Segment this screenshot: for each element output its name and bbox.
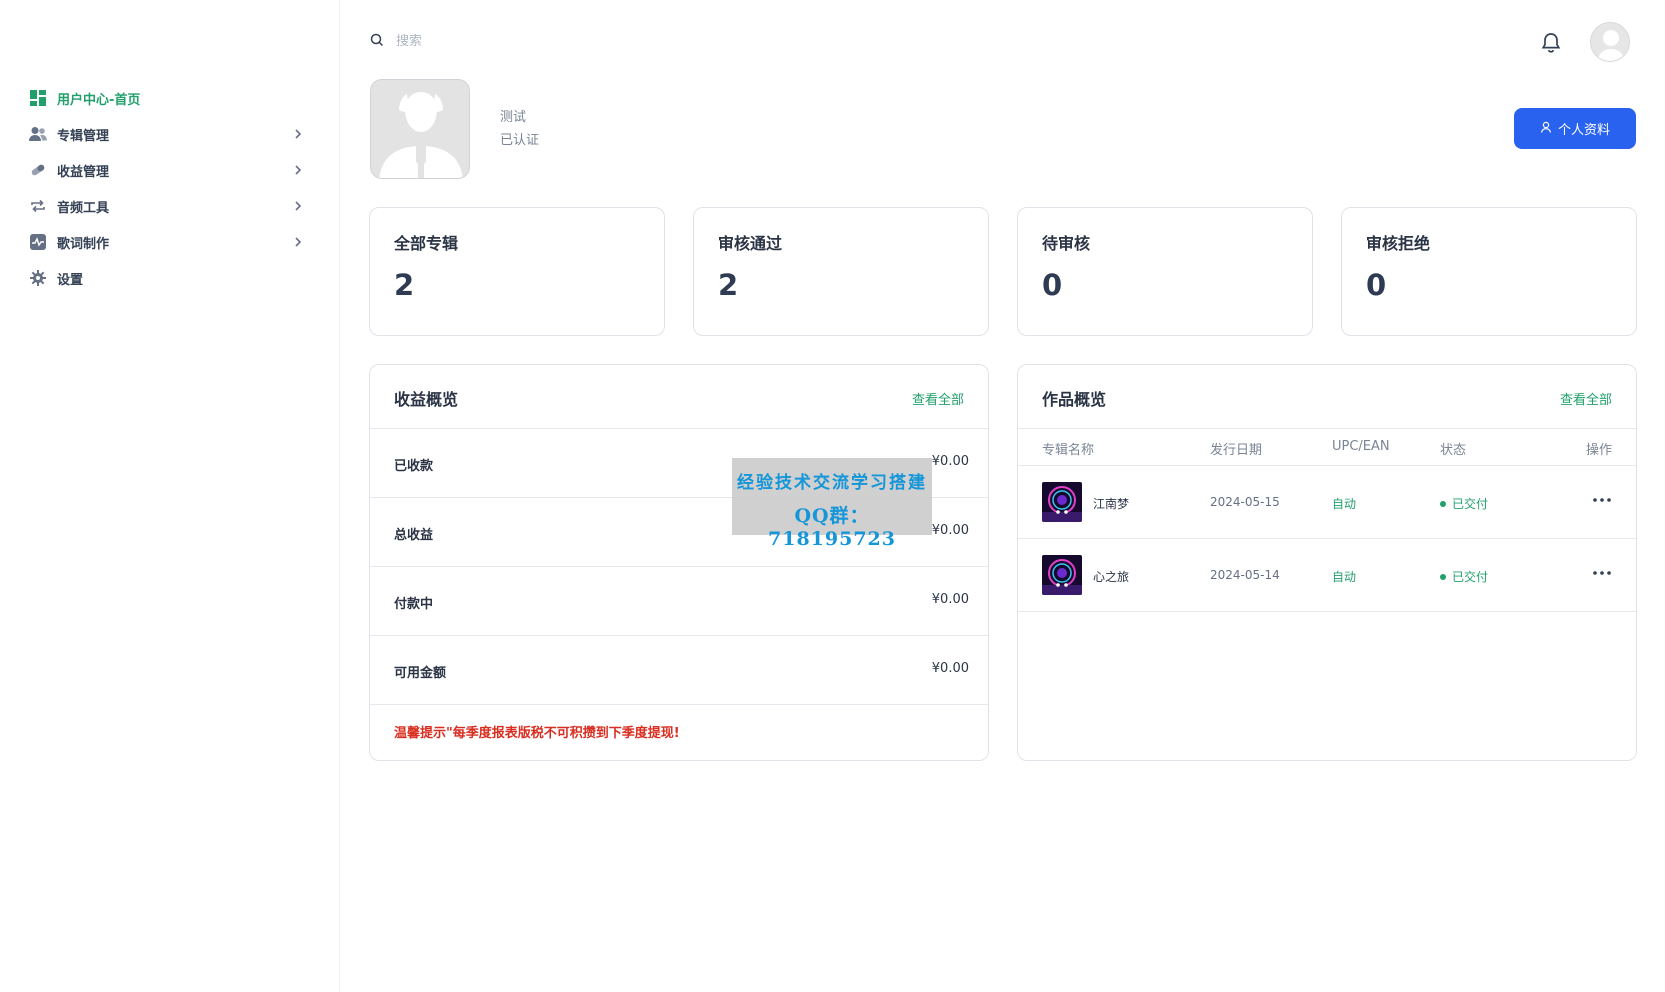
panel-title: 收益概览 xyxy=(394,390,459,409)
more-actions-icon[interactable] xyxy=(1592,492,1612,508)
income-overview-panel: 收益概览 查看全部 已收款 ¥0.00 总收益 ¥0.00 付款中 ¥0.00 … xyxy=(369,364,989,761)
stat-value: 2 xyxy=(718,268,739,302)
sidebar: 用户中心-首页 专辑管理 收益管理 音频工具 歌词制作 设置 xyxy=(0,0,340,992)
works-view-all-link[interactable]: 查看全部 xyxy=(1560,389,1612,408)
upc-value: 自动 xyxy=(1332,497,1357,511)
sidebar-nav: 用户中心-首页 专辑管理 收益管理 音频工具 歌词制作 设置 xyxy=(0,80,340,296)
table-row[interactable]: 江南梦 2024-05-15 自动 已交付 xyxy=(1018,466,1636,539)
panel-header: 收益概览 查看全部 xyxy=(370,365,988,429)
stat-card-rejected: 审核拒绝 0 xyxy=(1341,207,1637,336)
income-row: 付款中 ¥0.00 xyxy=(370,567,988,636)
release-date: 2024-05-15 xyxy=(1210,495,1280,509)
watermark-line: 经验技术交流学习搭建 xyxy=(737,473,927,493)
stat-card-all-albums: 全部专辑 2 xyxy=(369,207,665,336)
income-value: ¥0.00 xyxy=(931,523,969,538)
works-overview-panel: 作品概览 查看全部 专辑名称 发行日期 UPC/EAN 状态 操作 江南梦 20… xyxy=(1017,364,1637,761)
income-value: ¥0.00 xyxy=(931,454,969,469)
stat-label: 审核拒绝 xyxy=(1366,234,1431,253)
gear-icon xyxy=(29,269,47,287)
sidebar-item-label: 收益管理 xyxy=(57,164,110,180)
sidebar-item-label: 专辑管理 xyxy=(57,128,110,144)
panel-title: 作品概览 xyxy=(1042,390,1107,409)
stat-value: 2 xyxy=(394,268,415,302)
sidebar-item-income[interactable]: 收益管理 xyxy=(0,152,340,188)
sidebar-item-label: 用户中心-首页 xyxy=(57,92,141,108)
status-dot xyxy=(1440,573,1446,580)
stat-label: 待审核 xyxy=(1042,234,1091,253)
sidebar-item-settings[interactable]: 设置 xyxy=(0,260,340,296)
upc-value: 自动 xyxy=(1332,570,1357,584)
sidebar-item-audio-tools[interactable]: 音频工具 xyxy=(0,188,340,224)
users-icon xyxy=(29,125,47,143)
income-view-all-link[interactable]: 查看全部 xyxy=(912,389,964,408)
search-input[interactable] xyxy=(396,34,696,49)
more-actions-icon[interactable] xyxy=(1592,565,1612,581)
table-row[interactable]: 心之旅 2024-05-14 自动 已交付 xyxy=(1018,539,1636,612)
profile-avatar xyxy=(370,79,470,179)
stat-label: 审核通过 xyxy=(718,234,783,253)
watermark-overlay: 经验技术交流学习搭建 QQ群：718195723 xyxy=(732,458,932,550)
release-date: 2024-05-14 xyxy=(1210,568,1280,582)
pill-icon xyxy=(29,161,47,179)
album-cover xyxy=(1042,555,1082,595)
status-text: 已交付 xyxy=(1452,497,1489,511)
sidebar-item-dashboard[interactable]: 用户中心-首页 xyxy=(0,80,340,116)
profile-button-label: 个人资料 xyxy=(1557,123,1610,138)
sidebar-item-label: 音频工具 xyxy=(57,200,110,216)
main-content: 测试 已认证 个人资料 全部专辑 2 审核通过 2 待审核 0 审核拒绝 0 收… xyxy=(340,0,1665,992)
status-text: 已交付 xyxy=(1452,570,1489,584)
sidebar-item-label: 设置 xyxy=(57,272,84,288)
pulse-icon xyxy=(29,233,47,251)
status-dot xyxy=(1440,500,1446,507)
repeat-icon xyxy=(29,197,47,215)
income-row: 可用金额 ¥0.00 xyxy=(370,636,988,705)
table-header: 专辑名称 发行日期 UPC/EAN 状态 操作 xyxy=(1018,429,1636,466)
user-avatar[interactable] xyxy=(1590,22,1630,62)
status-badge: 已交付 xyxy=(1440,568,1488,585)
sidebar-item-label: 歌词制作 xyxy=(57,236,110,252)
album-cover xyxy=(1042,482,1082,522)
stat-card-pending: 待审核 0 xyxy=(1017,207,1313,336)
search-icon xyxy=(370,32,384,51)
sidebar-item-lyrics[interactable]: 歌词制作 xyxy=(0,224,340,260)
chevron-right-icon xyxy=(292,128,304,140)
income-value: ¥0.00 xyxy=(931,592,969,607)
stat-card-approved: 审核通过 2 xyxy=(693,207,989,336)
column-header: 状态 xyxy=(1440,443,1467,458)
income-label: 可用金额 xyxy=(394,666,447,681)
album-name: 江南梦 xyxy=(1093,497,1130,511)
chevron-right-icon xyxy=(292,236,304,248)
chevron-right-icon xyxy=(292,200,304,212)
income-label: 已收款 xyxy=(394,459,434,474)
stat-value: 0 xyxy=(1042,268,1063,302)
profile-verified-status: 已认证 xyxy=(500,133,540,148)
profile-name: 测试 xyxy=(500,110,527,125)
bell-icon[interactable] xyxy=(1538,30,1564,56)
income-notice: 温馨提示"每季度报表版税不可积攒到下季度提现! xyxy=(394,726,680,741)
income-label: 付款中 xyxy=(394,597,434,612)
search-bar xyxy=(370,32,696,51)
album-name: 心之旅 xyxy=(1093,570,1130,584)
chevron-right-icon xyxy=(292,164,304,176)
dashboard-icon xyxy=(29,89,47,107)
status-badge: 已交付 xyxy=(1440,495,1488,512)
stat-value: 0 xyxy=(1366,268,1387,302)
income-label: 总收益 xyxy=(394,528,434,543)
panel-header: 作品概览 查看全部 xyxy=(1018,365,1636,429)
watermark-line: QQ群：718195723 xyxy=(768,505,896,550)
column-header: 操作 xyxy=(1585,443,1612,458)
column-header: 专辑名称 xyxy=(1042,443,1095,458)
sidebar-item-albums[interactable]: 专辑管理 xyxy=(0,116,340,152)
user-icon xyxy=(1540,121,1552,137)
income-value: ¥0.00 xyxy=(931,661,969,676)
profile-button[interactable]: 个人资料 xyxy=(1514,108,1636,149)
column-header: 发行日期 xyxy=(1210,443,1263,458)
column-header: UPC/EAN xyxy=(1332,439,1390,454)
stat-label: 全部专辑 xyxy=(394,234,459,253)
